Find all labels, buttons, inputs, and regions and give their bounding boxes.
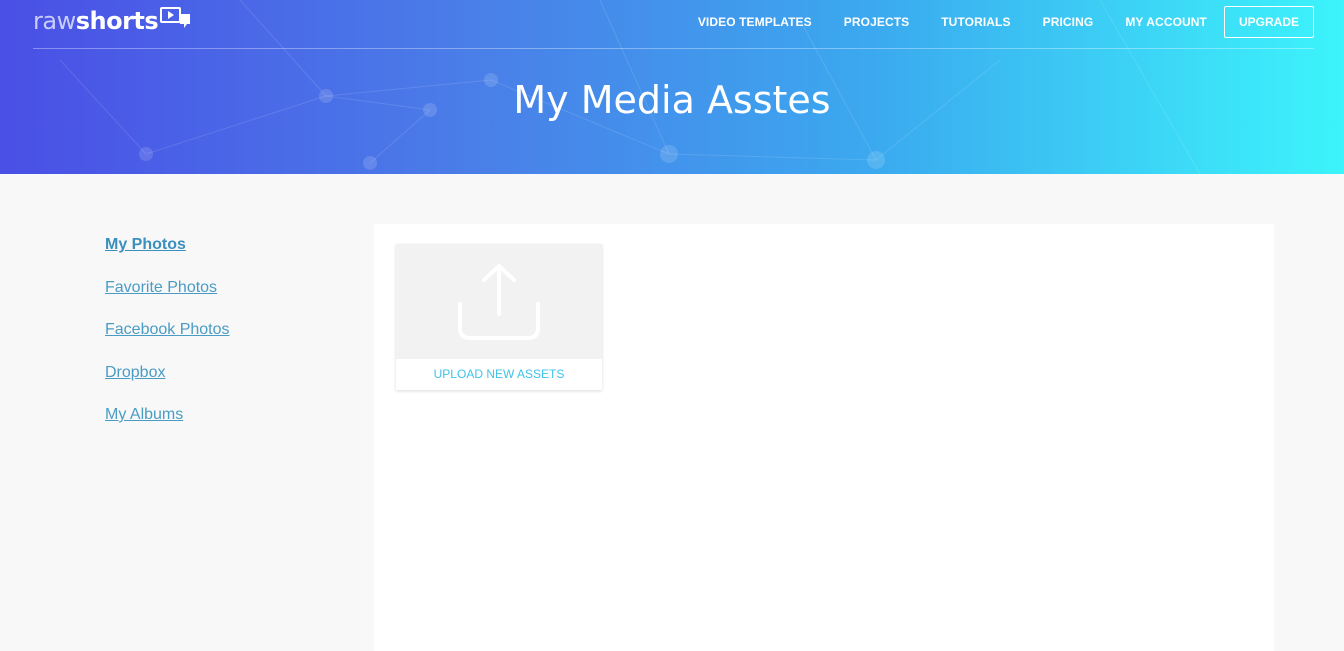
upload-new-assets-card[interactable]: UPLOAD NEW ASSETS	[396, 244, 602, 390]
header-divider	[33, 48, 1314, 49]
sidebar-item-facebook-photos[interactable]: Facebook Photos	[105, 319, 345, 362]
nav-pricing[interactable]: PRICING	[1043, 15, 1094, 29]
sidebar-item-my-photos[interactable]: My Photos	[105, 234, 345, 277]
sidebar-item-favorite-photos[interactable]: Favorite Photos	[105, 277, 345, 320]
media-sidebar: My Photos Favorite Photos Facebook Photo…	[105, 234, 345, 447]
nav-video-templates[interactable]: VIDEO TEMPLATES	[698, 15, 812, 29]
sidebar-item-dropbox[interactable]: Dropbox	[105, 362, 345, 405]
page-header: raw shorts VIDEO TEMPLATES PROJECTS TUTOR…	[0, 0, 1344, 174]
nav-my-account[interactable]: MY ACCOUNT	[1125, 15, 1207, 29]
rawshorts-logo[interactable]: raw shorts	[33, 5, 192, 37]
upgrade-button[interactable]: UPGRADE	[1223, 5, 1314, 38]
upload-thumbnail	[396, 244, 602, 359]
page-title: My Media Asstes	[513, 78, 831, 122]
logo-shorts-text: shorts	[75, 7, 159, 35]
chat-play-icon	[160, 7, 191, 28]
logo-raw-text: raw	[33, 7, 76, 35]
media-panel: UPLOAD NEW ASSETS	[374, 224, 1274, 651]
top-navigation: VIDEO TEMPLATES PROJECTS TUTORIALS PRICI…	[666, 5, 1314, 38]
upload-icon	[458, 263, 540, 340]
upload-new-assets-label: UPLOAD NEW ASSETS	[433, 367, 565, 381]
sidebar-item-my-albums[interactable]: My Albums	[105, 404, 345, 447]
nav-tutorials[interactable]: TUTORIALS	[941, 15, 1010, 29]
nav-projects[interactable]: PROJECTS	[844, 15, 909, 29]
